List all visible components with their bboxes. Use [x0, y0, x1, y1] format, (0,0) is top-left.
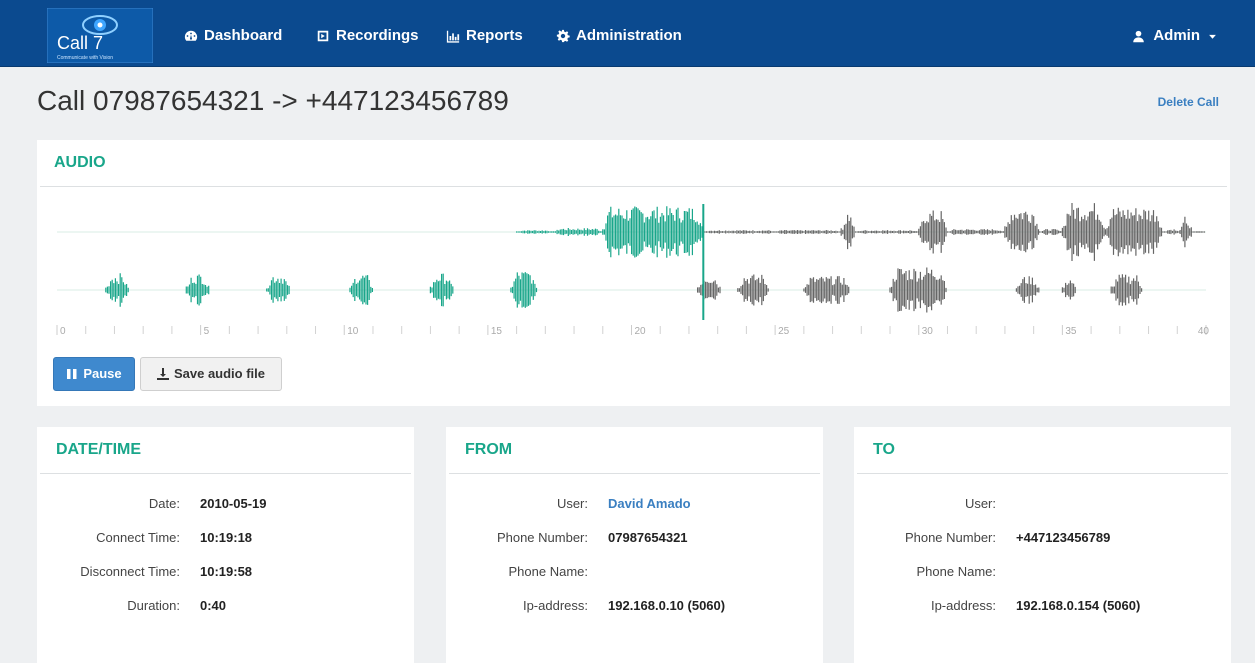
duration-value: 0:40 — [200, 598, 227, 613]
from-phone-number-label: Phone Number: — [496, 530, 588, 545]
user-icon — [1133, 30, 1145, 42]
from-panel: FROM User: David Amado Phone Number: 079… — [446, 427, 823, 663]
logo-tagline: Communicate with Vision — [57, 55, 113, 61]
to-row-ip-address: Ip-address: 192.168.0.154 (5060) — [854, 589, 1231, 623]
from-row-phone-number: Phone Number: 07987654321 — [446, 521, 823, 555]
from-user-link[interactable]: David Amado — [608, 496, 691, 511]
from-user-label: User: — [556, 496, 588, 511]
to-heading: TO — [857, 427, 1228, 474]
pause-button[interactable]: Pause — [53, 357, 135, 391]
nav-dashboard-label: Dashboard — [204, 27, 283, 44]
date-label: Date: — [148, 496, 180, 511]
nav-administration[interactable]: Administration — [556, 25, 682, 47]
waveform-segment — [803, 276, 850, 304]
to-row-phone-name: Phone Name: — [854, 555, 1231, 589]
to-ip-address-label: Ip-address: — [930, 598, 996, 613]
waveform-segment — [602, 206, 703, 258]
bar-chart-icon — [446, 30, 460, 43]
from-row-phone-name: Phone Name: — [446, 555, 823, 589]
timeline-tick-label: 25 — [778, 326, 790, 337]
timeline-tick-label: 5 — [204, 326, 210, 337]
from-ip-address-label: Ip-address: — [522, 598, 588, 613]
app-logo[interactable]: Call 7 Communicate with Vision — [46, 7, 154, 64]
from-row-ip-address: Ip-address: 192.168.0.10 (5060) — [446, 589, 823, 623]
nav-dashboard[interactable]: Dashboard — [184, 25, 282, 47]
timeline-tick-label: 10 — [347, 326, 359, 337]
timeline-tick-label: 0 — [60, 326, 66, 337]
nav-recordings-label: Recordings — [336, 27, 419, 44]
delete-call-link[interactable]: Delete Call — [1158, 95, 1219, 109]
to-ip-address-value: 192.168.0.154 (5060) — [1016, 598, 1141, 613]
from-row-user: User: David Amado — [446, 487, 823, 521]
gear-icon — [556, 29, 570, 43]
waveform-segment — [185, 274, 210, 306]
waveform-segment — [105, 273, 129, 307]
audio-panel: AUDIO 0 5 10 15 20 25 30 35 40 Pause Save audio … — [37, 140, 1230, 406]
to-row-phone-number: Phone Number: +447123456789 — [854, 521, 1231, 555]
top-navbar: Call 7 Communicate with Vision Dashboard… — [0, 0, 1255, 67]
logo-text: Call 7 — [57, 33, 103, 53]
waveform-segment — [266, 277, 290, 303]
from-phone-number-value: 07987654321 — [608, 530, 688, 545]
pause-button-label: Pause — [83, 366, 122, 381]
nav-recordings[interactable]: Recordings — [316, 25, 419, 47]
save-audio-button[interactable]: Save audio file — [140, 357, 282, 391]
connect-time-label: Connect Time: — [96, 530, 180, 545]
datetime-panel: DATE/TIME Date: 2010-05-19 Connect Time:… — [37, 427, 414, 663]
waveform-segment — [349, 275, 373, 305]
to-panel: TO User: Phone Number: +447123456789 Pho… — [854, 427, 1231, 663]
caret-down-icon — [1209, 34, 1216, 39]
waveform-segment — [1015, 276, 1040, 304]
from-ip-address-value: 192.168.0.10 (5060) — [608, 598, 726, 613]
page-title: Call 07987654321 -> +447123456789 — [37, 85, 509, 116]
waveform-segment — [1061, 203, 1105, 261]
to-phone-number-value: +447123456789 — [1016, 530, 1111, 545]
waveform-segment — [429, 273, 454, 307]
waveform-segment — [840, 214, 855, 250]
nav-administration-label: Administration — [576, 27, 682, 44]
timeline-tick-label: 30 — [922, 326, 934, 337]
disconnect-time-value: 10:19:58 — [200, 564, 253, 579]
nav-reports[interactable]: Reports — [446, 25, 523, 47]
from-heading: FROM — [449, 427, 820, 474]
timeline-tick-label: 35 — [1065, 326, 1077, 337]
duration-label: Duration: — [127, 598, 180, 613]
from-phone-name-label: Phone Name: — [508, 564, 589, 579]
waveform-segment — [1061, 280, 1076, 300]
to-row-user: User: — [854, 487, 1231, 521]
waveform-segment — [1038, 229, 1063, 235]
datetime-row-connect: Connect Time: 10:19:18 — [37, 521, 414, 555]
datetime-row-date: Date: 2010-05-19 — [37, 487, 414, 521]
to-user-label: User: — [964, 496, 996, 511]
timeline-tick-label: 20 — [635, 326, 647, 337]
to-phone-number-label: Phone Number: — [904, 530, 996, 545]
timeline-tick-label: 40 — [1198, 326, 1210, 337]
to-phone-name-label: Phone Name: — [916, 564, 997, 579]
user-menu[interactable]: Admin — [1132, 25, 1217, 47]
play-square-icon — [317, 30, 329, 42]
user-menu-label: Admin — [1153, 27, 1200, 44]
disconnect-time-label: Disconnect Time: — [80, 564, 180, 579]
dashboard-icon — [184, 30, 198, 41]
connect-time-value: 10:19:18 — [200, 530, 253, 545]
nav-reports-label: Reports — [466, 27, 523, 44]
pause-icon — [67, 369, 77, 379]
timeline-tick-label: 15 — [491, 326, 503, 337]
audio-waveform[interactable]: 0 5 10 15 20 25 30 35 40 — [51, 192, 1216, 342]
datetime-row-disconnect: Disconnect Time: 10:19:58 — [37, 555, 414, 589]
datetime-row-duration: Duration: 0:40 — [37, 589, 414, 623]
waveform-segment — [697, 280, 721, 300]
download-icon — [156, 368, 169, 380]
datetime-heading: DATE/TIME — [40, 427, 411, 474]
audio-heading: AUDIO — [40, 140, 1227, 187]
waveform-segment — [1191, 231, 1205, 233]
date-value: 2010-05-19 — [200, 496, 267, 511]
save-audio-button-label: Save audio file — [173, 366, 266, 381]
